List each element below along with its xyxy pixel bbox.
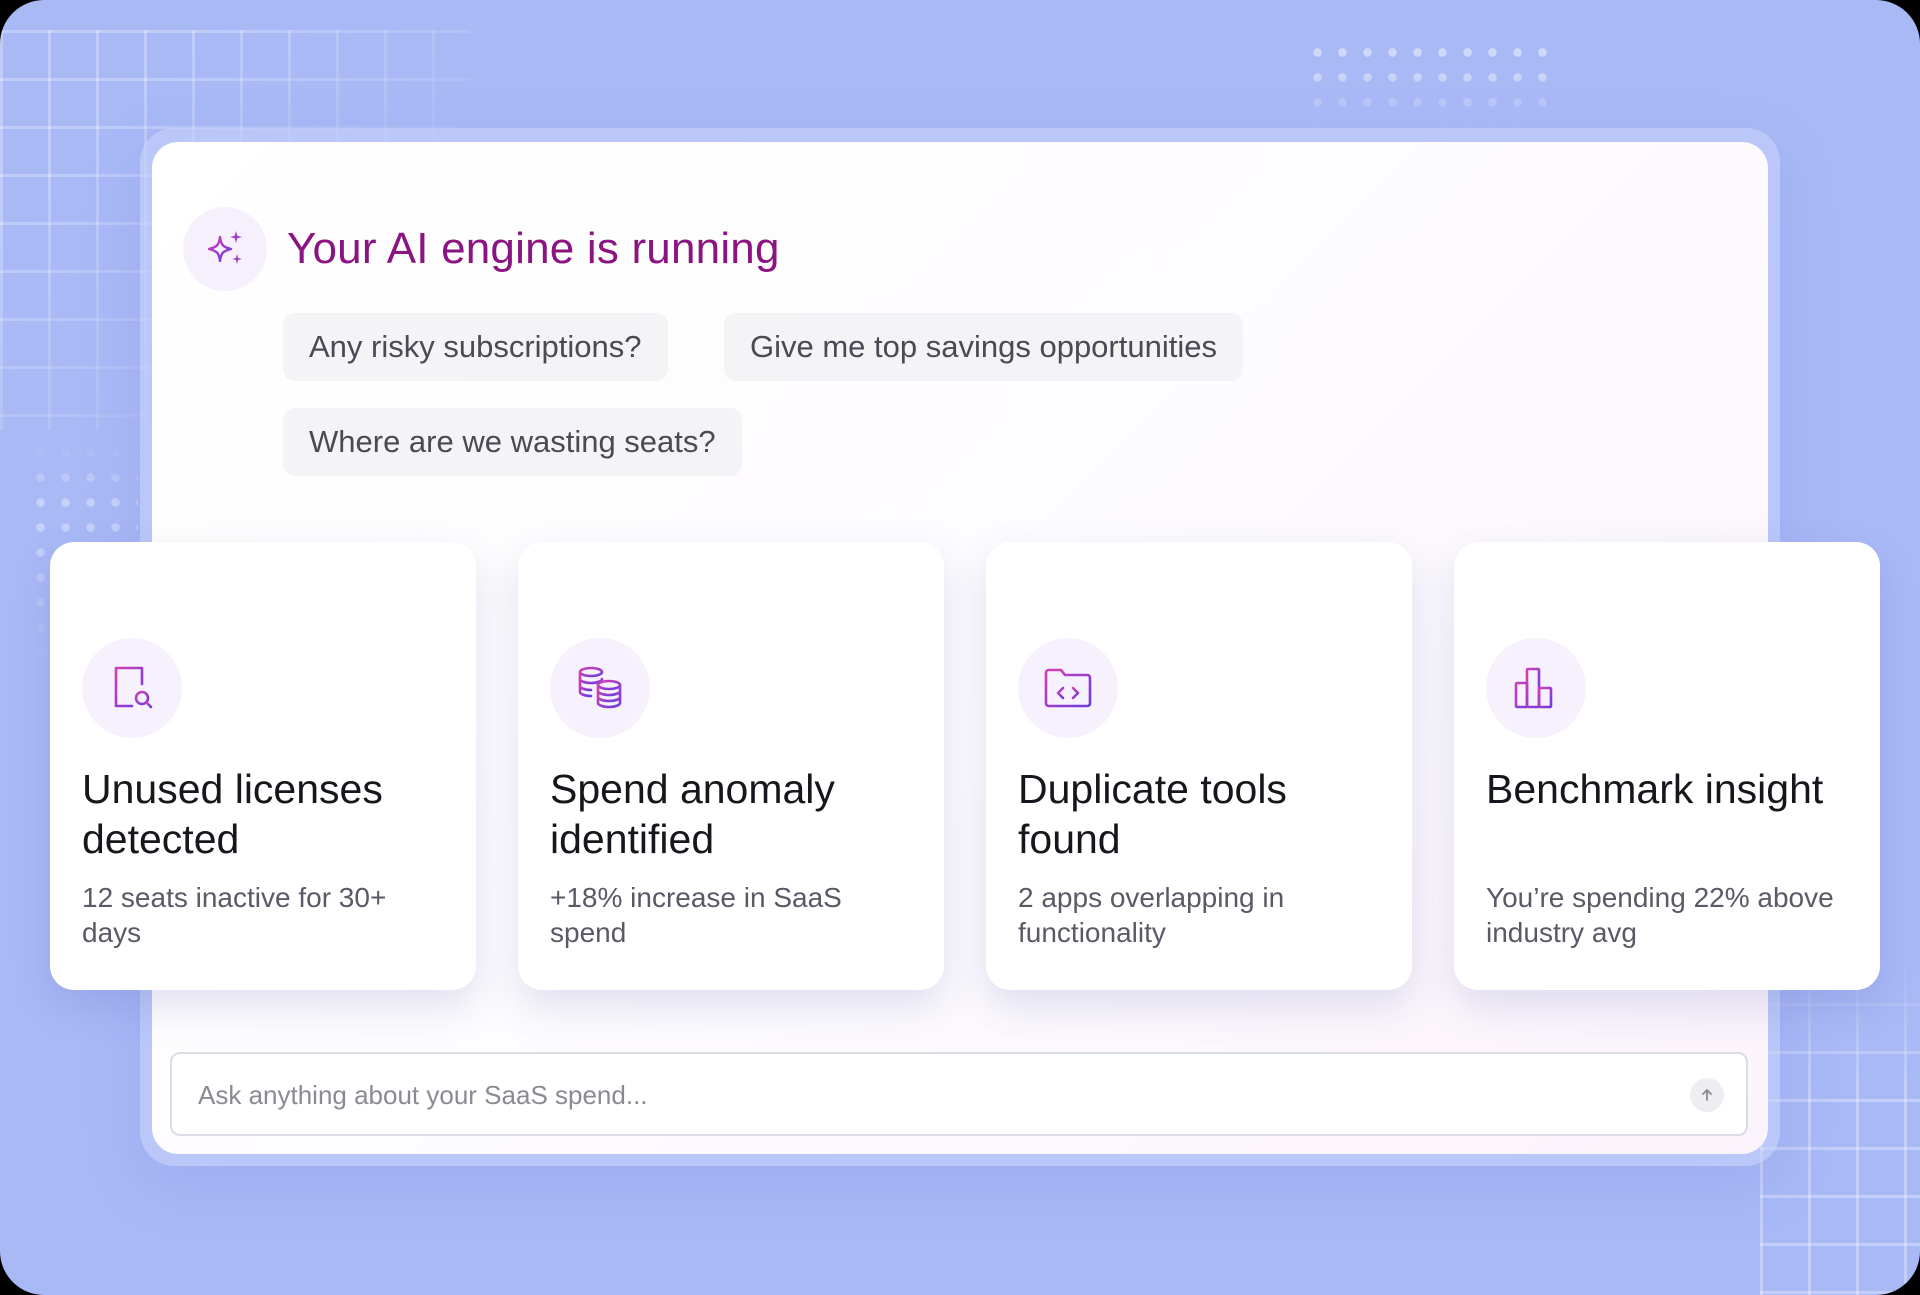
suggestion-chip[interactable]: Any risky subscriptions? [283,313,668,381]
suggestion-chip[interactable]: Give me top savings opportunities [724,313,1243,381]
card-description: You’re spending 22% above industry avg [1486,882,1834,948]
card-description: 12 seats inactive for 30+ days [82,882,387,948]
insight-card-spend-anomaly[interactable]: Spend anomaly identified +18% increase i… [518,542,944,990]
sparkles-icon [183,207,267,291]
card-title: Duplicate tools found [1018,766,1287,862]
insight-card-duplicate-tools[interactable]: Duplicate tools found 2 apps overlapping… [986,542,1412,990]
assistant-header: Your AI engine is running [183,207,780,291]
bar-chart-icon [1486,638,1586,738]
ask-input[interactable] [196,1054,1660,1136]
decorative-dots [1305,40,1555,130]
page-title: Your AI engine is running [287,224,780,273]
card-description: +18% increase in SaaS spend [550,882,842,948]
card-title: Benchmark insight [1486,766,1824,812]
decorative-grid [1760,955,1920,1295]
coins-stack-icon [550,638,650,738]
ask-box [170,1052,1748,1136]
suggestion-chip[interactable]: Where are we wasting seats? [283,408,742,476]
arrow-up-icon [1702,1089,1712,1101]
code-folder-icon [1018,638,1118,738]
insight-card-benchmark[interactable]: Benchmark insight You’re spending 22% ab… [1454,542,1880,990]
card-description: 2 apps overlapping in functionality [1018,882,1285,948]
card-title: Unused licenses detected [82,766,383,862]
insight-card-unused-licenses[interactable]: Unused licenses detected 12 seats inacti… [50,542,476,990]
report-search-icon [82,638,182,738]
card-title: Spend anomaly identified [550,766,835,862]
send-button[interactable] [1690,1078,1724,1112]
